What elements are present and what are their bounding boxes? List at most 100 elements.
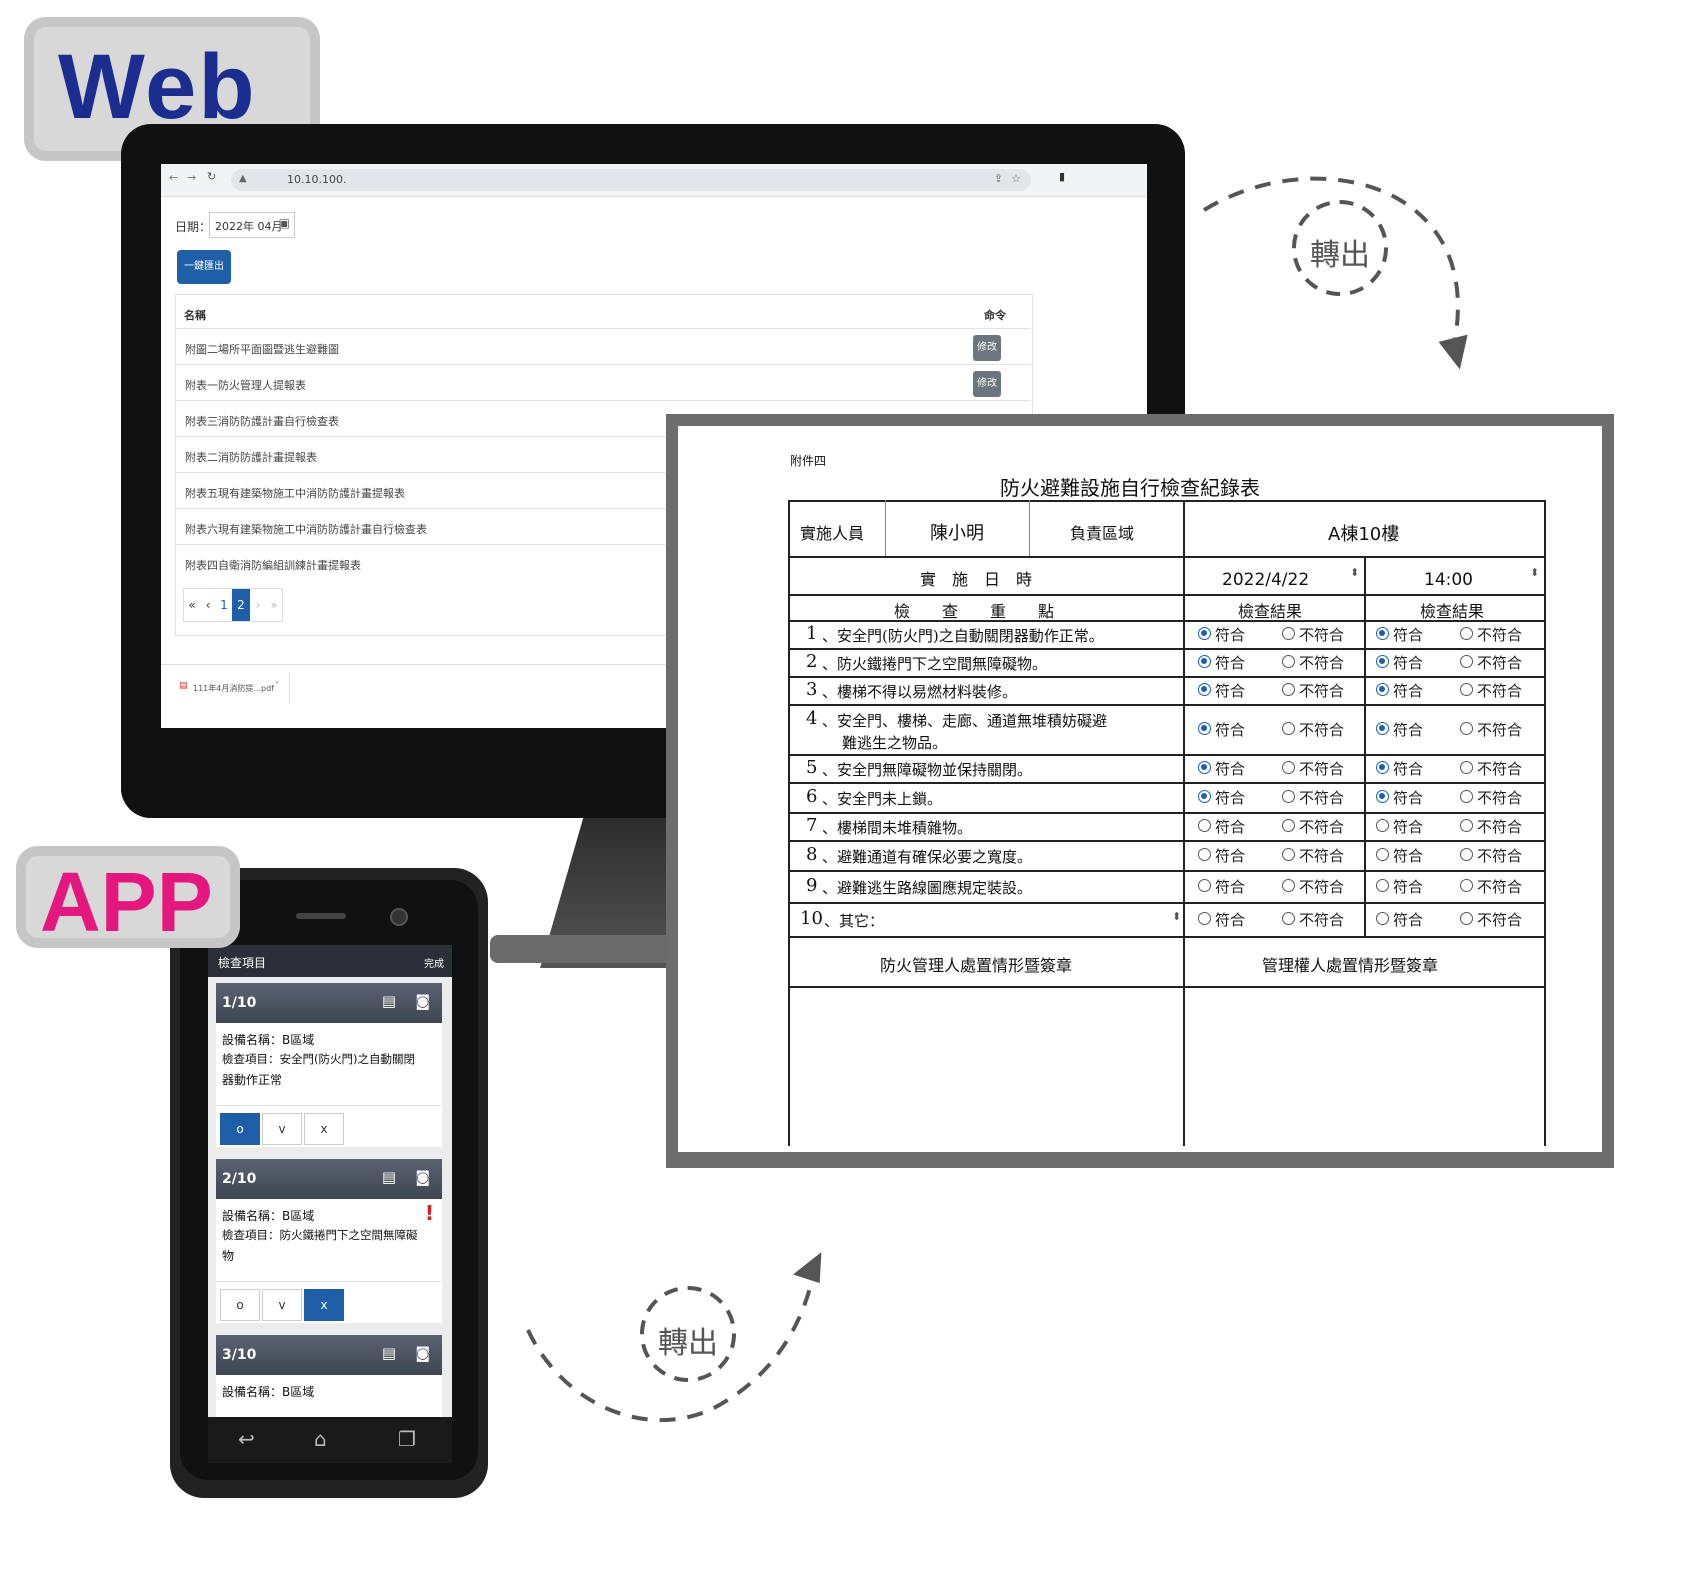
- time-value[interactable]: 14:00: [1424, 570, 1473, 590]
- executor-value[interactable]: 陳小明: [930, 519, 984, 545]
- pass-label: 符合: [1215, 911, 1246, 929]
- page-first[interactable]: «: [184, 589, 200, 621]
- fail-radio[interactable]: [1460, 819, 1473, 832]
- download-item[interactable]: ▤ 111年4月消防提...pdf ˄: [179, 673, 290, 703]
- address-bar[interactable]: ▲ 10.10.100. ⇪ ☆: [231, 169, 1031, 191]
- page-last[interactable]: »: [266, 589, 282, 621]
- option-x-button[interactable]: x: [304, 1113, 344, 1145]
- camera-icon[interactable]: ◙: [415, 1344, 430, 1362]
- item-number: 8: [806, 844, 818, 865]
- phone-camera: [390, 908, 408, 926]
- pass-radio[interactable]: [1376, 655, 1389, 668]
- fail-radio[interactable]: [1460, 912, 1473, 925]
- pass-radio[interactable]: [1198, 655, 1211, 668]
- pass-radio[interactable]: [1198, 912, 1211, 925]
- pass-radio[interactable]: [1376, 879, 1389, 892]
- date-input[interactable]: 2022年 04月 ▣: [209, 212, 295, 238]
- recents-nav-icon[interactable]: ❐: [398, 1427, 416, 1451]
- done-button[interactable]: 完成: [424, 955, 444, 970]
- fail-radio[interactable]: [1282, 879, 1295, 892]
- back-nav-icon[interactable]: ↩: [238, 1427, 255, 1451]
- fail-radio[interactable]: [1460, 683, 1473, 696]
- pass-radio[interactable]: [1198, 683, 1211, 696]
- pass-radio[interactable]: [1198, 848, 1211, 861]
- fail-radio[interactable]: [1282, 790, 1295, 803]
- date-stepper-icon[interactable]: ⬍: [1350, 566, 1359, 579]
- fail-radio[interactable]: [1282, 912, 1295, 925]
- edit-button[interactable]: 修改: [973, 371, 1001, 397]
- fail-radio[interactable]: [1282, 655, 1295, 668]
- edit-button[interactable]: 修改: [973, 335, 1001, 361]
- fail-radio[interactable]: [1460, 761, 1473, 774]
- item-number: 9: [806, 875, 818, 896]
- fail-radio[interactable]: [1460, 627, 1473, 640]
- pass-radio[interactable]: [1376, 627, 1389, 640]
- page-next[interactable]: ›: [250, 589, 266, 621]
- pass-radio[interactable]: [1198, 819, 1211, 832]
- item-text: 、樓梯間未堆積雜物。: [822, 819, 973, 837]
- pass-radio[interactable]: [1376, 761, 1389, 774]
- comment-icon[interactable]: ▤: [382, 1168, 396, 1186]
- pass-radio[interactable]: [1198, 790, 1211, 803]
- camera-icon[interactable]: ◙: [415, 1168, 430, 1186]
- calendar-icon[interactable]: ▣: [279, 216, 290, 230]
- browser-toolbar: ← → ↻ ▲ 10.10.100. ⇪ ☆ ▮: [161, 164, 1147, 197]
- pass-label: 符合: [1393, 721, 1424, 739]
- sidebar-icon[interactable]: ▮: [1059, 170, 1065, 183]
- other-stepper-icon[interactable]: ⬍: [1172, 910, 1181, 923]
- item-text: 、安全門(防火門)之自動關閉器動作正常。: [822, 627, 1104, 645]
- fail-label: 不符合: [1299, 682, 1345, 700]
- time-stepper-icon[interactable]: ⬍: [1530, 566, 1539, 579]
- item-number: 1: [806, 623, 818, 644]
- fail-radio[interactable]: [1282, 848, 1295, 861]
- fail-radio[interactable]: [1460, 722, 1473, 735]
- option-v-button[interactable]: v: [262, 1289, 302, 1321]
- pass-radio[interactable]: [1198, 879, 1211, 892]
- date-value: 2022年 04月: [215, 220, 283, 233]
- fail-radio[interactable]: [1282, 627, 1295, 640]
- fail-label: 不符合: [1299, 626, 1345, 644]
- option-x-button[interactable]: x: [304, 1289, 344, 1321]
- option-o-button[interactable]: o: [220, 1113, 260, 1145]
- pass-label: 符合: [1215, 847, 1246, 865]
- fail-radio[interactable]: [1460, 879, 1473, 892]
- fail-radio[interactable]: [1282, 683, 1295, 696]
- pass-radio[interactable]: [1376, 683, 1389, 696]
- export-all-button[interactable]: 一鍵匯出: [177, 250, 231, 284]
- area-value[interactable]: A棟10樓: [1328, 520, 1399, 546]
- fail-radio[interactable]: [1460, 655, 1473, 668]
- pass-radio[interactable]: [1198, 627, 1211, 640]
- option-o-button[interactable]: o: [220, 1289, 260, 1321]
- pass-radio[interactable]: [1198, 722, 1211, 735]
- reload-icon[interactable]: ↻: [207, 170, 216, 183]
- page-1[interactable]: 1: [216, 589, 232, 621]
- fail-radio[interactable]: [1460, 790, 1473, 803]
- bookmark-star-icon[interactable]: ☆: [1011, 172, 1021, 185]
- fail-radio[interactable]: [1282, 722, 1295, 735]
- pass-radio[interactable]: [1376, 912, 1389, 925]
- option-v-button[interactable]: v: [262, 1113, 302, 1145]
- comment-icon[interactable]: ▤: [382, 1344, 396, 1362]
- pass-radio[interactable]: [1376, 790, 1389, 803]
- device-name: 設備名稱：B區域: [222, 1385, 315, 1399]
- pass-radio[interactable]: [1376, 848, 1389, 861]
- back-icon[interactable]: ←: [169, 171, 178, 184]
- card-header: 1/10 ▤ ◙: [216, 983, 442, 1023]
- check-item-cont: 器動作正常: [222, 1073, 283, 1087]
- comment-icon[interactable]: ▤: [382, 992, 396, 1010]
- page-2[interactable]: 2: [232, 589, 250, 621]
- forward-icon[interactable]: →: [187, 171, 196, 184]
- fail-label: 不符合: [1299, 878, 1345, 896]
- fail-radio[interactable]: [1460, 848, 1473, 861]
- fail-radio[interactable]: [1282, 761, 1295, 774]
- pass-radio[interactable]: [1376, 722, 1389, 735]
- camera-icon[interactable]: ◙: [415, 992, 430, 1010]
- fail-radio[interactable]: [1282, 819, 1295, 832]
- share-icon[interactable]: ⇪: [994, 172, 1003, 185]
- home-nav-icon[interactable]: ⌂: [314, 1427, 327, 1451]
- page-prev[interactable]: ‹: [200, 589, 216, 621]
- pass-radio[interactable]: [1198, 761, 1211, 774]
- chevron-up-icon[interactable]: ˄: [275, 681, 279, 690]
- date-value[interactable]: 2022/4/22: [1222, 570, 1309, 590]
- pass-radio[interactable]: [1376, 819, 1389, 832]
